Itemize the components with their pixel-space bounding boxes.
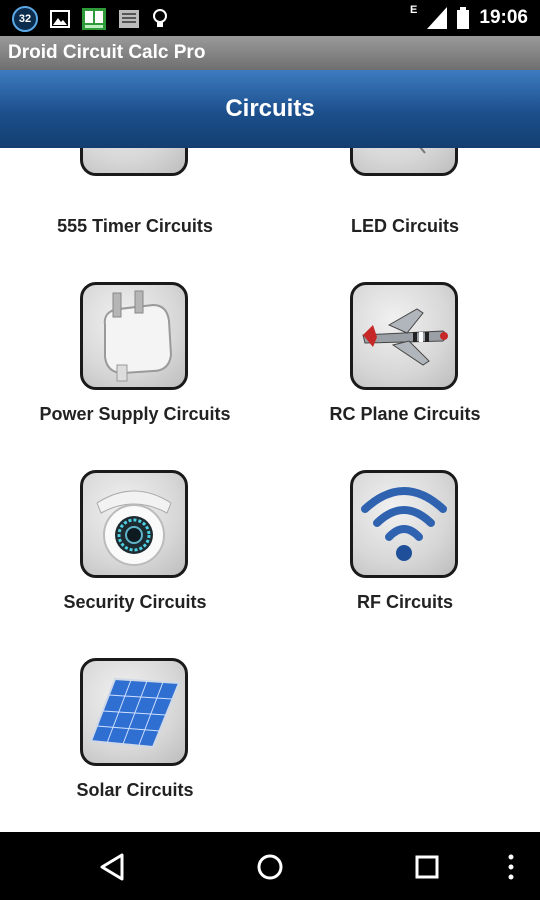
gallery-icon [50,10,70,28]
notification-badge-icon: 32 [12,6,38,32]
timer-icon [80,148,188,176]
app-title-bar: Droid Circuit Calc Pro [0,36,540,70]
tile-label: Solar Circuits [76,780,194,800]
page-title: Circuits [225,95,315,122]
tile-label: RF Circuits [356,592,453,612]
network-type-label: E [410,4,418,16]
wifi-signal-icon [350,470,458,578]
solar-panel-icon [80,658,188,766]
back-icon[interactable] [96,850,130,884]
overflow-menu-icon[interactable] [494,850,528,884]
tile-label: RC Plane Circuits [329,404,481,424]
tile-led-circuits[interactable]: LED Circuits [270,148,540,248]
security-camera-icon [80,470,188,578]
page-header: Circuits [0,70,540,148]
tile-solar-circuits[interactable]: Solar Circuits [0,656,270,816]
signal-icon [427,7,448,29]
system-navigation-bar [0,832,540,900]
battery-icon [457,7,470,29]
tile-label: Power Supply Circuits [39,404,231,424]
tile-security-circuits[interactable]: Security Circuits [0,468,270,628]
tile-555-timer-circuits[interactable]: 555 Timer Circuits [0,148,270,248]
status-bar: 32 E 19:06 [0,0,540,36]
rc-plane-icon [350,282,458,390]
app-title: Droid Circuit Calc Pro [8,42,206,63]
power-plug-icon [80,282,188,390]
lightbulb-icon [153,9,167,27]
home-icon[interactable] [253,850,287,884]
tile-rf-circuits[interactable]: RF Circuits [270,468,540,628]
recents-icon[interactable] [410,850,444,884]
clock: 19:06 [479,7,528,28]
tile-label: Security Circuits [63,592,207,612]
tile-label: LED Circuits [350,216,460,236]
tile-label: 555 Timer Circuits [57,216,213,236]
tile-rc-plane-circuits[interactable]: RC Plane Circuits [270,280,540,440]
led-icon [350,148,458,176]
tile-power-supply-circuits[interactable]: Power Supply Circuits [0,280,270,440]
news-icon [119,10,139,28]
circuits-grid: 555 Timer Circuits LED Circuits Power Su… [0,148,540,832]
book-app-icon [82,8,106,30]
